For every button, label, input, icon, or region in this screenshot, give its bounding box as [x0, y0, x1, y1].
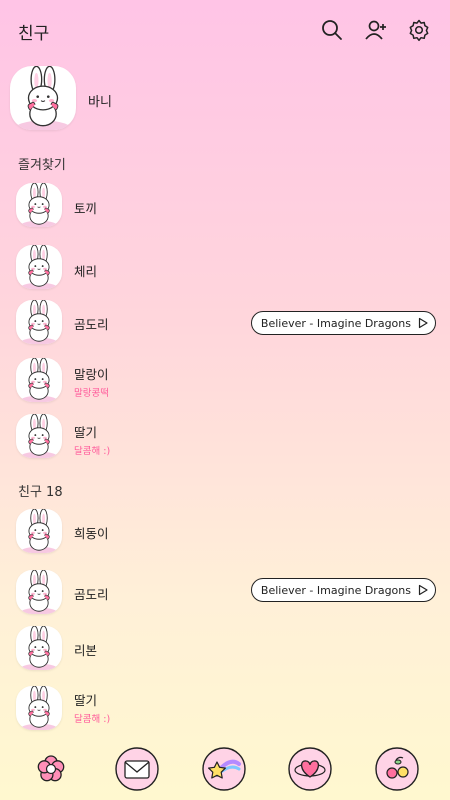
friend-row[interactable]: 딸기 달콤해 :): [16, 686, 436, 734]
header: 친구: [0, 0, 450, 60]
settings-icon[interactable]: [406, 17, 432, 43]
shooting-star-icon[interactable]: [201, 746, 247, 792]
friend-name: 곰도리: [74, 587, 109, 602]
friend-status: 달콤해 :): [74, 446, 111, 457]
music-title: Believer - Imagine Dragons: [260, 583, 411, 597]
friend-row[interactable]: 딸기 달콤해 :): [16, 414, 436, 462]
add-friend-icon[interactable]: [363, 17, 389, 43]
avatar[interactable]: [16, 358, 62, 402]
avatar[interactable]: [16, 245, 62, 289]
avatar[interactable]: [16, 686, 62, 730]
music-title: Believer - Imagine Dragons: [260, 316, 411, 330]
friend-row[interactable]: 체리: [16, 245, 436, 293]
friends-header: 친구 18: [18, 485, 63, 500]
friend-name: 곰도리: [74, 317, 109, 332]
friend-row[interactable]: 토끼: [16, 183, 436, 231]
friend-name: 리본: [74, 643, 98, 658]
avatar[interactable]: [16, 183, 62, 227]
my-profile-name: 바니: [88, 95, 112, 110]
page-title: 친구: [18, 24, 50, 44]
heart-icon[interactable]: [287, 746, 333, 792]
friend-name: 딸기: [74, 425, 98, 440]
avatar[interactable]: [16, 414, 62, 458]
friend-name: 체리: [74, 264, 98, 279]
friend-name: 딸기: [74, 693, 98, 708]
flower-icon[interactable]: [28, 746, 74, 792]
bottom-nav: [0, 742, 450, 800]
avatar[interactable]: [16, 626, 62, 670]
fruit-icon[interactable]: [374, 746, 420, 792]
avatar[interactable]: [10, 66, 76, 130]
music-badge[interactable]: Believer - Imagine Dragons: [250, 578, 436, 602]
avatar[interactable]: [16, 300, 62, 344]
friend-row[interactable]: 말랑이 말랑콩떡: [16, 358, 436, 406]
friend-row[interactable]: 리본: [16, 626, 436, 674]
music-badge[interactable]: Believer - Imagine Dragons: [250, 311, 436, 335]
envelope-icon[interactable]: [114, 746, 160, 792]
friend-name: 토끼: [74, 201, 98, 216]
friend-name: 희동이: [74, 526, 109, 541]
friend-row[interactable]: 곰도리 Believer - Imagine Dragons: [16, 300, 436, 348]
friend-status: 말랑콩떡: [74, 388, 109, 399]
friend-row[interactable]: 희동이: [16, 509, 436, 557]
play-icon[interactable]: [417, 317, 429, 329]
avatar[interactable]: [16, 570, 62, 614]
friend-row[interactable]: 곰도리 Believer - Imagine Dragons: [16, 570, 436, 618]
friend-name: 말랑이: [74, 367, 109, 382]
play-icon[interactable]: [417, 584, 429, 596]
favorites-header: 즐겨찾기: [18, 158, 66, 173]
friend-status: 달콤해 :): [74, 714, 111, 725]
avatar[interactable]: [16, 509, 62, 553]
my-profile[interactable]: 바니: [10, 66, 440, 132]
search-icon[interactable]: [319, 17, 345, 43]
